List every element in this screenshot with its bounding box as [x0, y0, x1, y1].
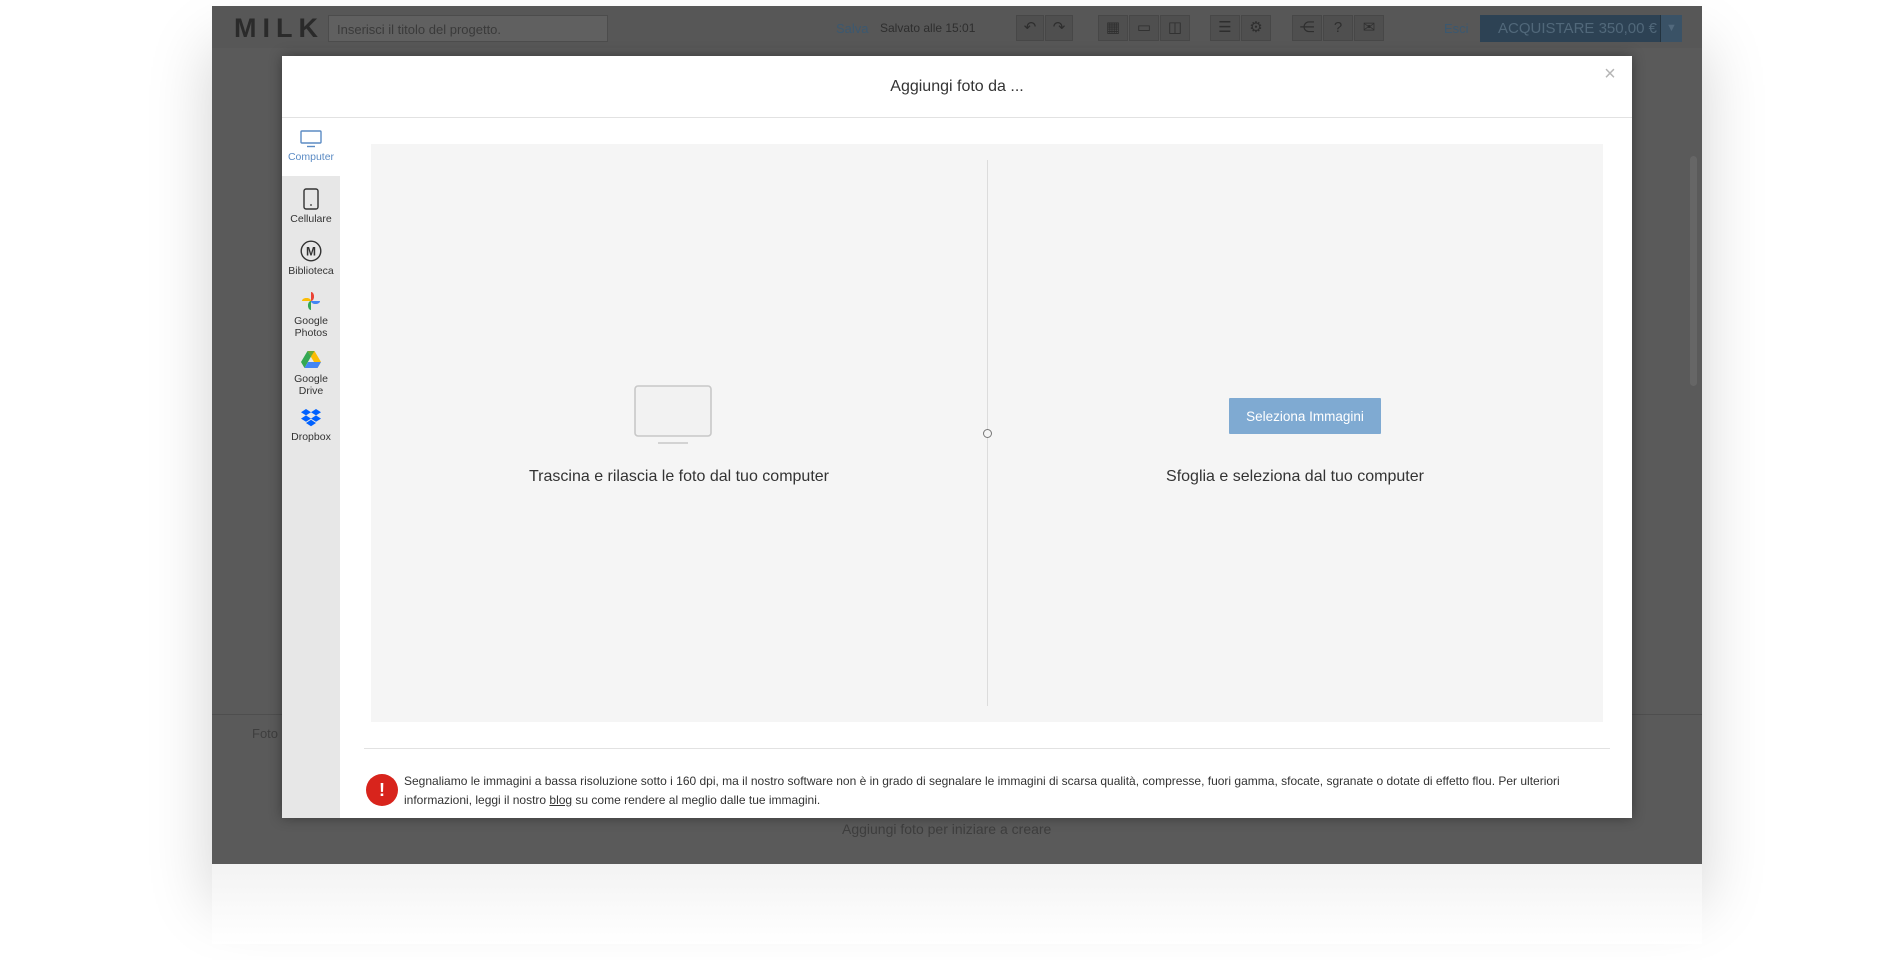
source-google-drive[interactable]: Google Drive — [282, 346, 340, 402]
dropbox-icon — [301, 409, 321, 427]
single-view-button[interactable]: ▭ — [1129, 15, 1159, 41]
add-photos-modal: Aggiungi foto da ... × Computer Cellular… — [282, 56, 1632, 818]
source-label-line2: Photos — [294, 327, 328, 339]
source-label-line1: Google — [294, 315, 328, 327]
undo-button[interactable]: ↶ — [1016, 15, 1044, 41]
source-label: Computer — [287, 151, 335, 163]
split-view-button[interactable]: ◫ — [1160, 15, 1190, 41]
screenshot-stage: MILK Inserisci il titolo del progetto. S… — [0, 0, 1900, 960]
phone-icon — [303, 188, 319, 210]
editor-app-background: MILK Inserisci il titolo del progetto. S… — [212, 6, 1702, 864]
source-label: Dropbox — [291, 431, 331, 443]
drag-drop-instructions: Trascina e rilascia le foto dal tuo comp… — [529, 468, 829, 485]
list-icon[interactable]: ☰ — [1210, 15, 1240, 41]
google-drive-icon — [301, 351, 321, 368]
source-computer[interactable]: Computer — [282, 118, 340, 176]
background-foto-tab: Foto — [252, 726, 279, 741]
warning-icon: ! — [366, 774, 398, 806]
background-add-photos-hint: Aggiungi foto per iniziare a creare — [842, 821, 1052, 837]
modal-header: Aggiungi foto da ... × — [282, 56, 1632, 118]
help-icon[interactable]: ? — [1323, 15, 1353, 41]
chevron-down-icon[interactable]: ▼ — [1660, 15, 1682, 42]
source-label-line1: Google — [294, 373, 328, 385]
saved-status: Salvato alle 15:01 — [880, 21, 976, 35]
svg-text:M: M — [306, 245, 316, 259]
exit-link[interactable]: Esci — [1444, 21, 1469, 36]
source-library[interactable]: M Biblioteca — [282, 232, 340, 282]
redo-button[interactable]: ↷ — [1045, 15, 1073, 41]
gear-icon[interactable]: ⚙ — [1241, 15, 1271, 41]
share-icon[interactable]: ⋲ — [1292, 15, 1322, 41]
browse-instructions: Sfoglia e seleziona dal tuo computer — [1166, 468, 1424, 485]
project-title-input[interactable]: Inserisci il titolo del progetto. — [328, 15, 608, 42]
computer-monitor-icon — [634, 385, 712, 444]
low-resolution-warning: Segnaliamo le immagini a bassa risoluzio… — [404, 772, 1614, 810]
reflection-shadow — [212, 864, 1702, 944]
milk-library-icon: M — [300, 240, 322, 262]
brand-logo: MILK — [234, 13, 324, 43]
warning-text-after: su come rendere al meglio dalle tue imma… — [572, 793, 821, 807]
top-bar: MILK Inserisci il titolo del progetto. S… — [212, 6, 1702, 48]
select-images-button[interactable]: Seleziona Immagini — [1229, 398, 1381, 434]
buy-button[interactable]: ACQUISTARE 350,00 € — [1480, 15, 1682, 42]
blog-link[interactable]: blog — [549, 793, 572, 807]
close-icon[interactable]: × — [1600, 64, 1620, 84]
source-phone[interactable]: Cellulare — [282, 180, 340, 230]
background-scrollbar — [1690, 156, 1697, 386]
source-label: Cellulare — [290, 213, 332, 225]
chat-icon[interactable]: ✉ — [1354, 15, 1384, 41]
source-sidebar: Computer Cellulare M Biblioteca Google P… — [282, 118, 340, 818]
source-dropbox[interactable]: Dropbox — [282, 404, 340, 450]
footer-divider — [364, 748, 1610, 749]
monitor-icon — [300, 130, 322, 148]
grid-view-button[interactable]: ▦ — [1098, 15, 1128, 41]
save-link[interactable]: Salva — [836, 21, 869, 36]
divider-dot — [983, 429, 992, 438]
google-photos-icon — [302, 292, 320, 310]
source-label: Biblioteca — [288, 265, 334, 277]
source-label-line2: Drive — [298, 385, 324, 397]
source-google-photos[interactable]: Google Photos — [282, 284, 340, 342]
photo-drop-zone[interactable]: Trascina e rilascia le foto dal tuo comp… — [371, 144, 1603, 722]
modal-title: Aggiungi foto da ... — [890, 78, 1024, 95]
